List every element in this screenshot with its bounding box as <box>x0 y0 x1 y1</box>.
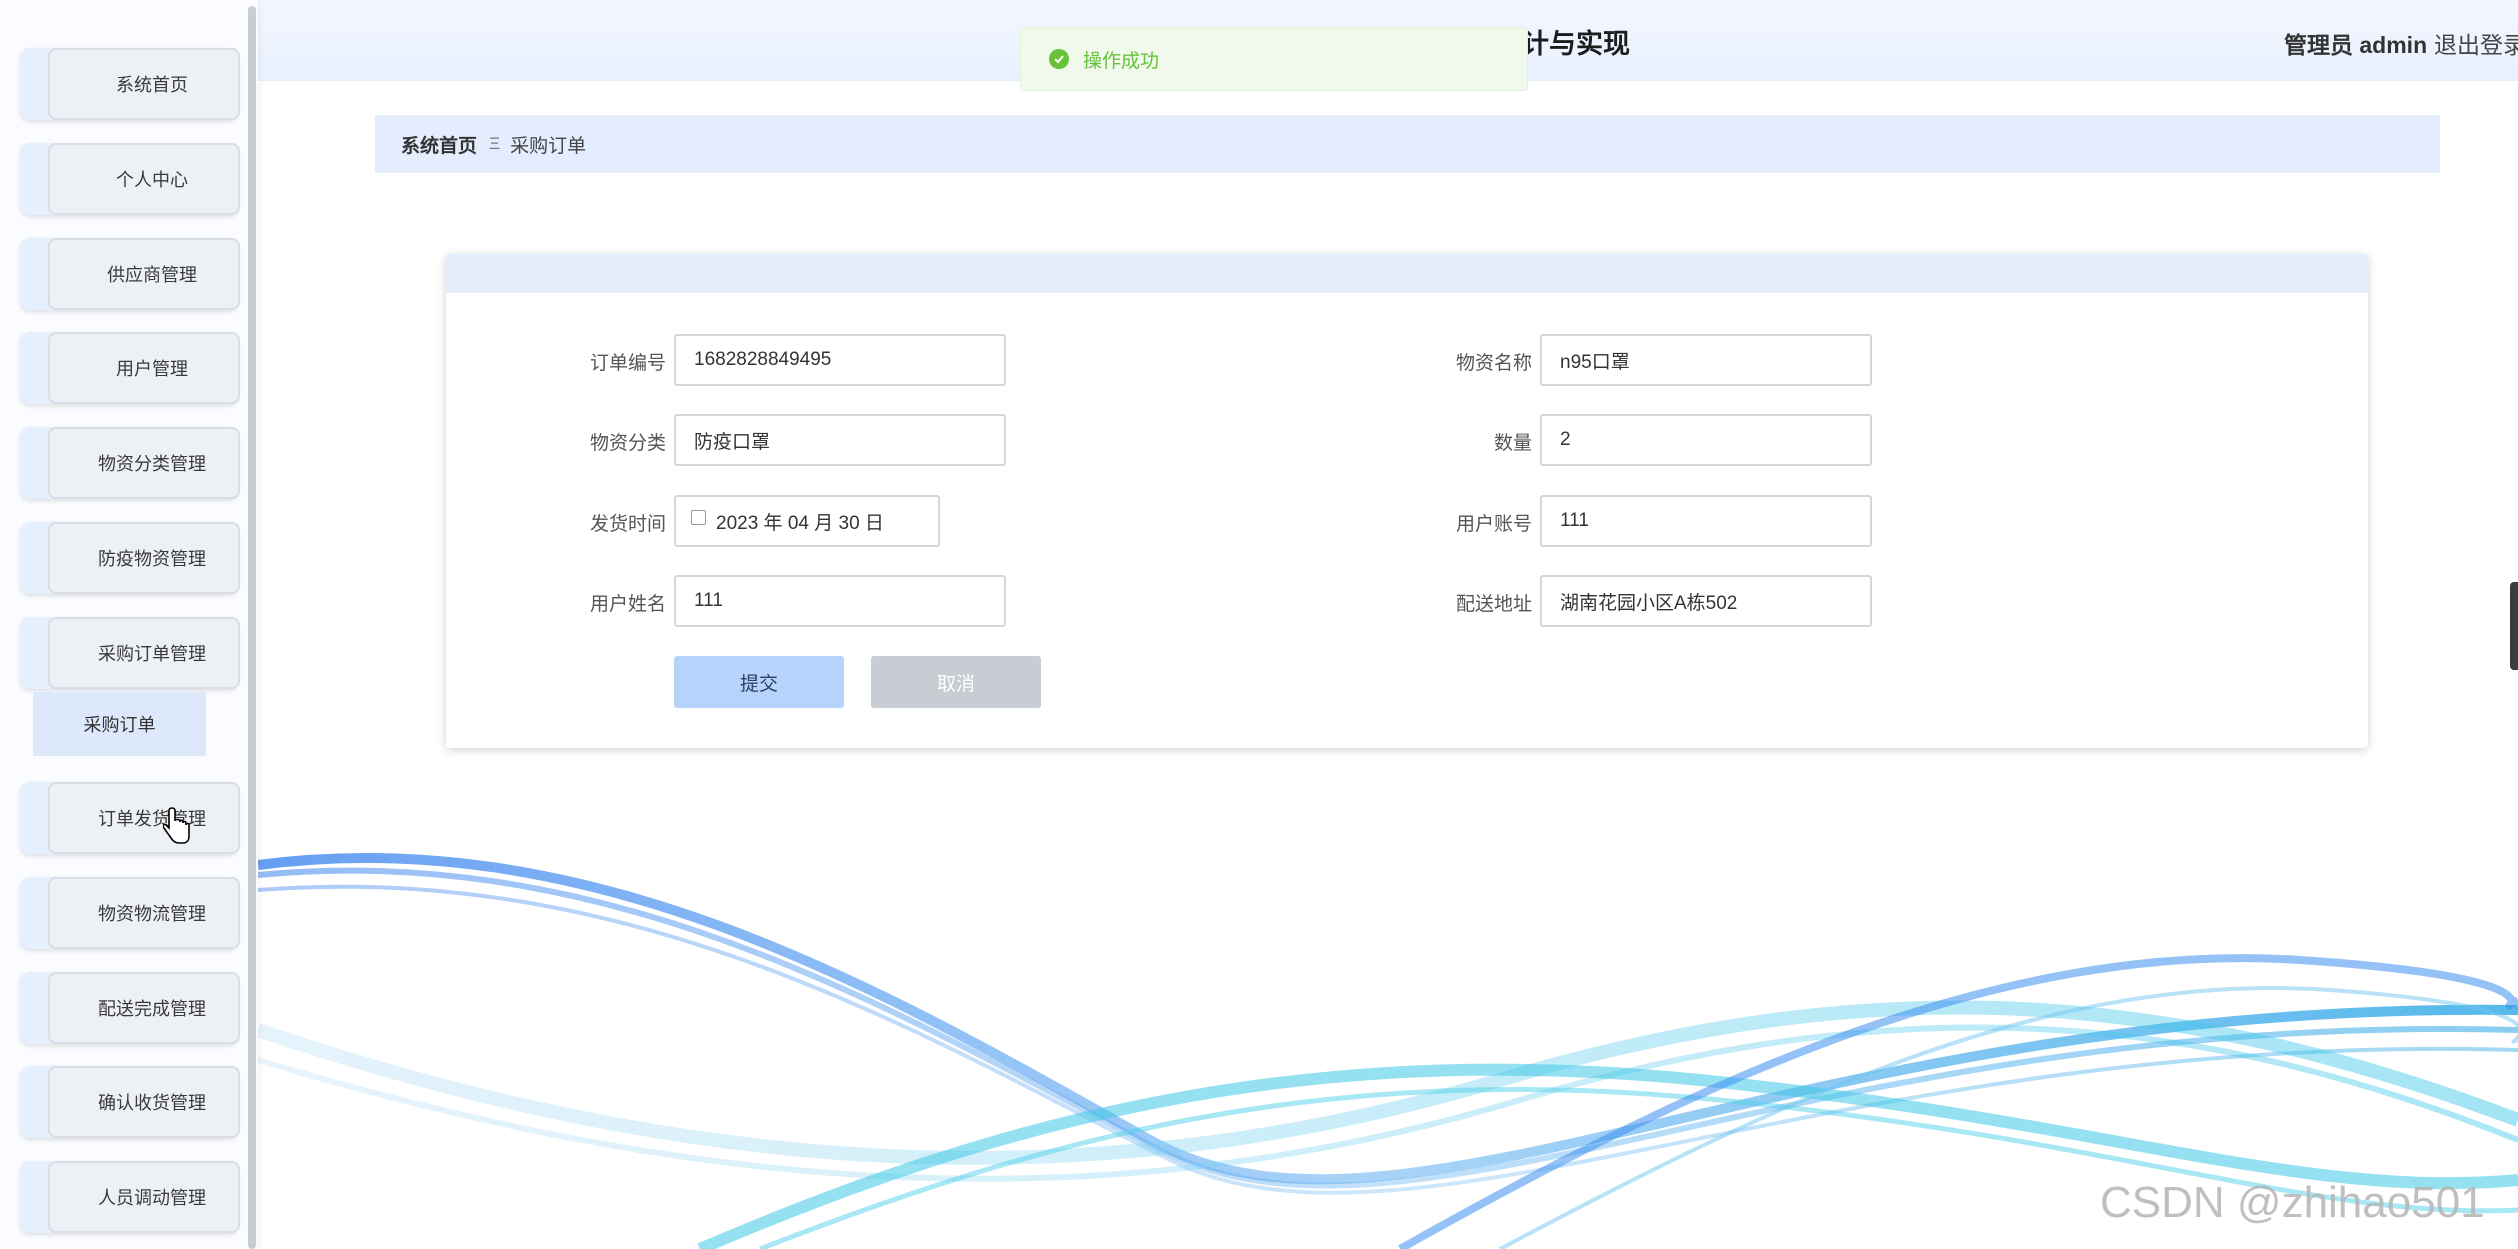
order-no-input[interactable] <box>674 334 1006 386</box>
watermark: CSDN @zhihao501 <box>2100 1178 2485 1227</box>
purchase-order-form-card: 订单编号 物资名称 物资分类 数量 发货时间 2023 年 04 月 30 日 … <box>446 254 2368 748</box>
ship-time-date-picker[interactable]: 2023 年 04 月 30 日 <box>674 495 940 547</box>
ship-time-value: 2023 年 04 月 30 日 <box>716 512 884 534</box>
sidebar-item-label: 采购订单管理 <box>98 644 206 664</box>
sidebar-item-label: 系统首页 <box>116 75 188 95</box>
material-category-input[interactable] <box>674 414 1006 466</box>
user-account-input[interactable] <box>1540 495 1872 547</box>
page-title: 计与实现 <box>1522 29 1630 59</box>
logout-link[interactable]: 退出登录 <box>2434 26 2518 60</box>
sidebar-item-label: 物资分类管理 <box>98 454 206 474</box>
sidebar-item-home[interactable]: 系统首页 <box>20 48 240 120</box>
quantity-label: 数量 <box>1493 433 1532 454</box>
card-header <box>446 254 2368 293</box>
user-account-label: 用户账号 <box>1455 514 1532 535</box>
user-name-label: 用户姓名 <box>589 594 666 615</box>
sidebar-item-personal-center[interactable]: 个人中心 <box>20 143 240 215</box>
toast-message: 操作成功 <box>1083 50 1160 72</box>
breadcrumb: 系统首页 Ξ 采购订单 <box>375 115 2440 173</box>
sidebar-item-label: 物资物流管理 <box>98 904 206 924</box>
material-category-label: 物资分类 <box>589 433 666 454</box>
success-toast: 操作成功 <box>1020 27 1528 91</box>
order-no-label: 订单编号 <box>589 353 666 374</box>
sidebar-item-material-logistics[interactable]: 物资物流管理 <box>20 877 240 949</box>
quantity-input[interactable] <box>1540 414 1872 466</box>
sidebar-item-label: 确认收货管理 <box>98 1093 206 1113</box>
address-input[interactable] <box>1540 575 1872 627</box>
sidebar-item-staff-transfer[interactable]: 人员调动管理 <box>20 1161 240 1233</box>
ship-time-label: 发货时间 <box>589 514 666 535</box>
material-name-label: 物资名称 <box>1455 353 1532 374</box>
date-checkbox[interactable] <box>691 509 706 525</box>
sidebar-item-label: 人员调动管理 <box>98 1188 206 1208</box>
sidebar-item-user-management[interactable]: 用户管理 <box>20 332 240 404</box>
sidebar-scrollbar[interactable] <box>248 6 256 1249</box>
hand-cursor-icon <box>163 807 190 844</box>
user-name-input[interactable] <box>674 575 1006 627</box>
sidebar-item-purchase-order-management[interactable]: 采购订单管理 <box>20 617 240 689</box>
sidebar-item-epidemic-supplies[interactable]: 防疫物资管理 <box>20 522 240 594</box>
sidebar-item-label: 配送完成管理 <box>98 999 206 1019</box>
address-label: 配送地址 <box>1455 594 1532 615</box>
breadcrumb-current: 采购订单 <box>510 135 587 157</box>
sidebar-item-material-category[interactable]: 物资分类管理 <box>20 427 240 499</box>
sidebar-item-label: 用户管理 <box>116 359 188 379</box>
material-name-input[interactable] <box>1540 334 1872 386</box>
breadcrumb-separator-icon: Ξ <box>489 134 501 153</box>
sidebar-item-supplier-management[interactable]: 供应商管理 <box>20 238 240 310</box>
scroll-handle[interactable] <box>2510 582 2518 670</box>
sidebar-item-label: 防疫物资管理 <box>98 549 206 569</box>
sidebar-item-delivery-complete[interactable]: 配送完成管理 <box>20 972 240 1044</box>
sidebar-item-label: 供应商管理 <box>107 265 197 285</box>
sidebar-subitem-purchase-order[interactable]: 采购订单 <box>33 692 206 756</box>
breadcrumb-home[interactable]: 系统首页 <box>401 131 477 158</box>
sidebar-item-order-shipping[interactable]: 订单发货管理 <box>20 782 240 854</box>
current-user: 管理员 admin <box>2284 32 2428 58</box>
submit-button[interactable]: 提交 <box>674 656 844 708</box>
sidebar-item-confirm-receipt[interactable]: 确认收货管理 <box>20 1066 240 1138</box>
check-circle-icon <box>1049 49 1069 69</box>
cancel-button[interactable]: 取消 <box>871 656 1041 708</box>
sidebar: 系统首页 个人中心 供应商管理 用户管理 物资分类管理 防疫物资管理 采购订单管… <box>0 0 258 1249</box>
sidebar-item-label: 个人中心 <box>116 170 188 190</box>
